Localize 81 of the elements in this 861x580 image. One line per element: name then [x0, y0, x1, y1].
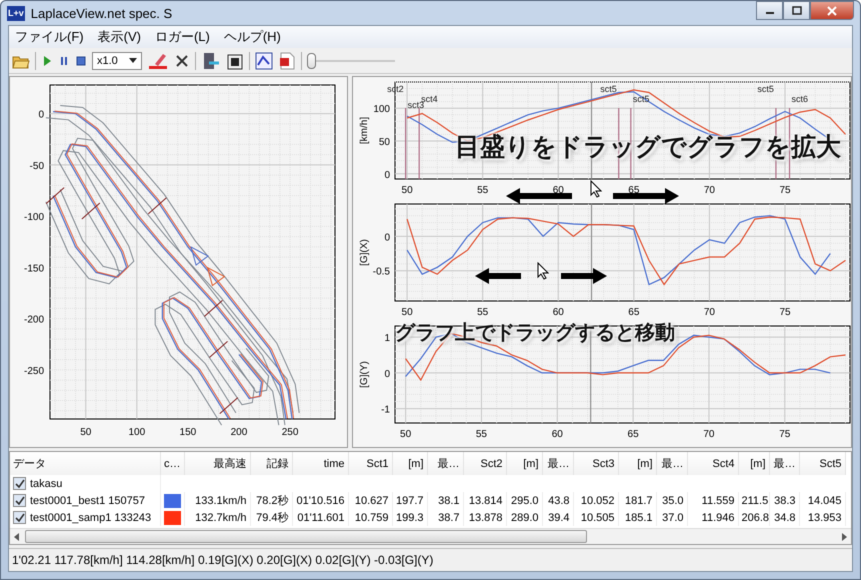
- table-cell: 39.4: [542, 509, 573, 526]
- axis-tick-label: 150: [180, 427, 196, 438]
- axis-tick-label: 65: [628, 307, 640, 318]
- axis-tick-label: 0: [384, 170, 390, 181]
- table-cell: 295.0: [506, 492, 542, 509]
- table-cell: 37.0: [656, 509, 687, 526]
- axis-tick-label: 60: [552, 307, 564, 318]
- axis-tick-label: 70: [703, 429, 715, 440]
- axis-tick-label: 100: [128, 427, 146, 438]
- section-label: sct5: [757, 84, 774, 94]
- axis-title: [km/h]: [359, 116, 370, 144]
- table-cell: 10.759: [348, 509, 392, 526]
- axis-tick-label: 55: [477, 307, 488, 318]
- table-cell: 10.627: [348, 492, 392, 509]
- table-cell: 211.5: [738, 492, 769, 509]
- axis-tick-label: 100: [373, 104, 390, 116]
- table-cell: 10.505: [573, 509, 618, 526]
- table-cell: 78.2秒: [250, 492, 292, 509]
- table-cell: 43.8: [542, 492, 573, 509]
- axis-tick-label: 55: [477, 185, 488, 196]
- table-cell: 199.3: [392, 509, 427, 526]
- axis-tick-label: -250: [24, 366, 44, 377]
- axis-tick-label: 60: [552, 429, 563, 440]
- table-cell: 79.4秒: [250, 509, 292, 526]
- axis-tick-label: 50: [402, 307, 413, 318]
- axis-tick-label: 0: [384, 232, 390, 244]
- table-cell: 206.8: [738, 509, 769, 526]
- table-cell: 10.052: [573, 492, 618, 509]
- table-cell: 14.045: [799, 492, 845, 509]
- table-cell: 38.1: [427, 492, 463, 509]
- axis-tick-label: 70: [704, 185, 715, 196]
- table-cell: 38.7: [427, 509, 463, 526]
- axis-tick-label: 200: [230, 427, 248, 438]
- table-cell: 01'11.601: [292, 509, 348, 526]
- window-title: LaplaceView.net spec. S: [30, 6, 174, 20]
- table-cell: 01'10.516: [292, 492, 348, 509]
- data-name-cell: test0001_best1 150757: [30, 494, 145, 506]
- axis-tick-label: 50: [80, 427, 92, 438]
- section-label: sct6: [792, 94, 808, 104]
- table-cell: 13.814: [463, 492, 506, 509]
- axis-tick-label: 1: [384, 333, 390, 344]
- table-cell: 133.1km/h: [184, 492, 250, 509]
- axis-tick-label: -150: [24, 263, 44, 274]
- axis-title: [G](Y): [359, 361, 370, 388]
- app-logo-icon: L+v: [7, 6, 25, 20]
- table-cell: 38.3: [769, 492, 799, 509]
- axis-tick-label: -0.5: [372, 266, 390, 278]
- table-cell: 181.7: [618, 492, 656, 509]
- table-cell: 132.7km/h: [184, 509, 250, 526]
- axis-tick-label: 65: [628, 185, 640, 196]
- axis-tick-label: 75: [779, 429, 790, 440]
- axis-tick-label: 55: [476, 429, 488, 440]
- axis-tick-label: -50: [30, 160, 44, 172]
- data-name-cell: takasu: [30, 478, 62, 490]
- axis-tick-label: 75: [779, 185, 791, 196]
- table-cell: 289.0: [506, 509, 542, 526]
- axis-tick-label: 65: [628, 429, 639, 440]
- axis-tick-label: 0: [384, 368, 390, 380]
- table-cell: 13.878: [463, 509, 506, 526]
- table-cell: 35.0: [656, 492, 687, 509]
- table-cell: 11.946: [687, 509, 738, 526]
- axis-tick-label: -1: [381, 404, 390, 416]
- axis-tick-label: 50: [400, 429, 412, 440]
- axis-title: [G](X): [359, 239, 370, 266]
- table-cell: 197.7: [392, 492, 427, 509]
- axis-tick-label: 250: [282, 427, 298, 438]
- axis-tick-label: 50: [378, 136, 390, 148]
- axis-tick-label: 0: [38, 110, 44, 121]
- data-name-cell: test0001_samp1 133243: [30, 512, 152, 524]
- axis-tick-label: -100: [24, 212, 44, 224]
- axis-tick-label: -200: [24, 314, 44, 326]
- axis-tick-label: 50: [402, 185, 413, 196]
- status-text: 1'02.21 117.78[km/h] 114.28[km/h] 0.19[G](X) 0.20[G](X) 0.02[G](Y) -0.03[G](Y): [12, 553, 434, 567]
- section-label: sct5: [600, 84, 617, 94]
- axis-tick-label: 60: [552, 185, 564, 196]
- axis-tick-label: 75: [779, 307, 791, 318]
- table-cell: 13.953: [799, 509, 845, 526]
- table-cell: 11.559: [687, 492, 738, 509]
- table-cell: 34.8: [769, 509, 799, 526]
- table-cell: 185.1: [618, 509, 656, 526]
- axis-tick-label: 70: [704, 307, 715, 318]
